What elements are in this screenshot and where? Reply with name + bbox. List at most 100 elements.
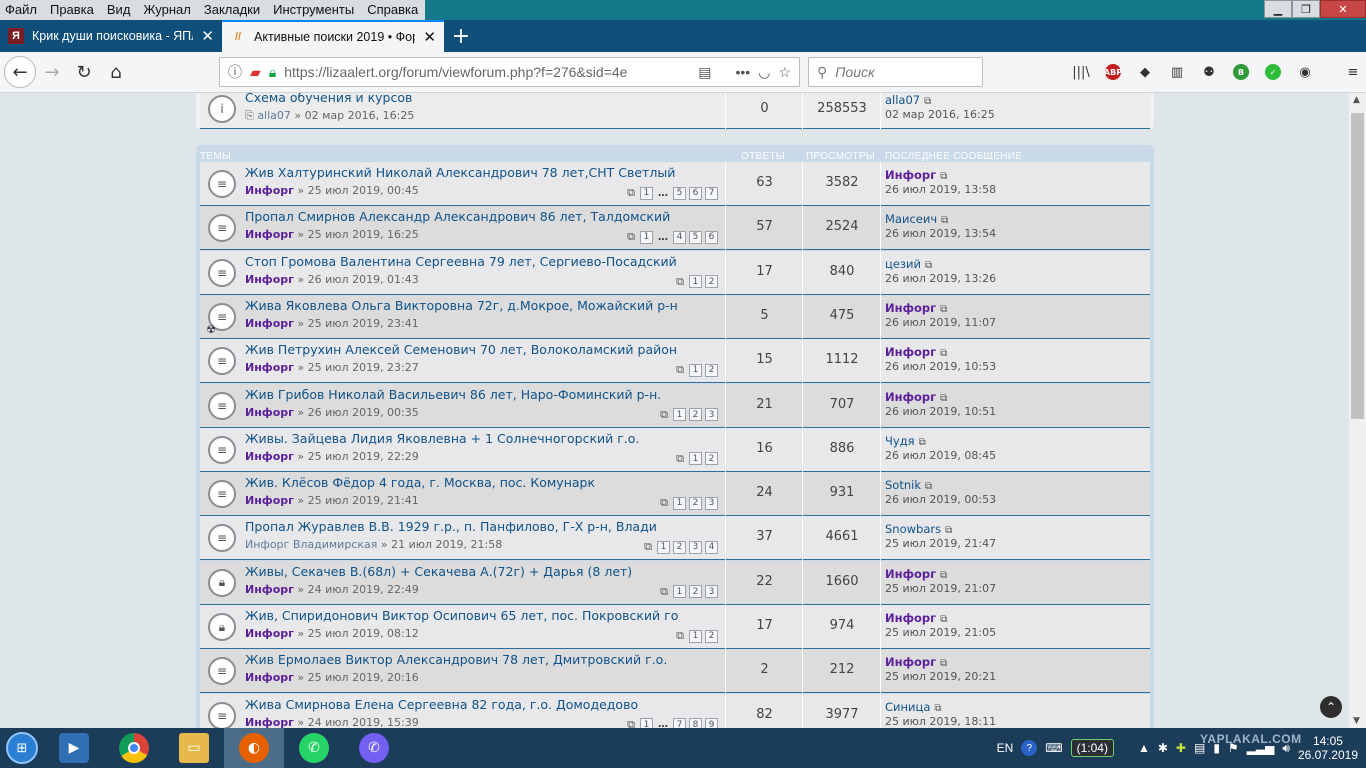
page-link[interactable]: 1 (657, 540, 670, 554)
menu-item[interactable]: Инструменты (267, 0, 362, 20)
page-link[interactable]: 2 (705, 275, 718, 289)
page-link[interactable]: 2 (689, 408, 702, 421)
topic-title[interactable]: Жив Халтуринский Николай Александрович 7… (245, 165, 675, 180)
topic-row[interactable]: ≡ Пропал Журавлев В.В. 1929 г.р., п. Панф… (200, 516, 1150, 561)
last-post-user[interactable]: Инфорг (885, 168, 936, 182)
topic-row[interactable]: 🔒︎ Живы, Секачев В.(68л) + Секачева А.(72… (200, 560, 1150, 605)
url-text[interactable]: https://lizaalert.org/forum/viewforum.ph… (284, 64, 690, 80)
topic-author[interactable]: Инфорг (245, 317, 294, 330)
last-post-user[interactable]: цезий (885, 257, 921, 271)
topic-author[interactable]: Инфорг (245, 494, 294, 507)
last-post-user[interactable]: Инфорг (885, 345, 936, 359)
page-link[interactable]: 3 (705, 585, 718, 599)
close-tab-icon[interactable]: ✕ (201, 27, 214, 45)
topic-row[interactable]: ≡ ☢ Жива Яковлева Ольга Викторовна 72г, д.… (200, 294, 1150, 339)
vertical-scrollbar[interactable]: ▲ ▼ (1349, 93, 1366, 728)
goto-last-post-icon[interactable]: ⧉ (940, 348, 947, 359)
topic-title[interactable]: Жив Петрухин Алексей Семенович 70 лет, В… (245, 342, 677, 357)
topic-title[interactable]: Жива Яковлева Ольга Викторовна 72г, д.Мо… (245, 298, 678, 313)
topic-title[interactable]: Пропал Смирнов Александр Александрович 8… (245, 209, 670, 224)
last-post-user[interactable]: alla07 (885, 93, 920, 107)
topic-title[interactable]: Жив. Клёсов Фёдор 4 года, г. Москва, пос… (245, 475, 595, 490)
goto-last-post-icon[interactable]: ⧉ (940, 393, 947, 404)
page-link[interactable]: 6 (705, 230, 718, 244)
page-actions-icon[interactable]: ••• (736, 64, 751, 80)
taskbar-whatsapp[interactable]: ✆ (284, 728, 344, 768)
page-link[interactable]: 2 (689, 496, 702, 510)
page-link[interactable]: 8 (689, 718, 702, 728)
topic-author[interactable]: Инфорг Владимирская (245, 538, 377, 551)
last-post-user[interactable]: Чудя (885, 434, 915, 448)
library-icon[interactable]: |||\ (1068, 59, 1094, 85)
topic-author[interactable]: Инфорг (245, 627, 294, 640)
topic-title[interactable]: Схема обучения и курсов (245, 93, 412, 105)
back-button[interactable]: ← (4, 56, 36, 88)
topic-title[interactable]: Жива Смирнова Елена Сергеевна 82 года, г… (245, 697, 638, 712)
menu-item[interactable]: Справка (361, 0, 426, 20)
topic-title[interactable]: Пропал Журавлев В.В. 1929 г.р., п. Панфи… (245, 519, 657, 534)
topic-author[interactable]: Инфорг (245, 184, 294, 197)
topic-author[interactable]: Инфорг (245, 450, 294, 463)
topic-row[interactable]: ≡ Жива Смирнова Елена Сергеевна 82 года, … (200, 693, 1150, 728)
topic-row[interactable]: ≡ Жив Халтуринский Николай Александрович … (200, 162, 1150, 206)
topic-author[interactable]: Инфорг (245, 361, 294, 374)
home-button[interactable]: ⌂ (100, 56, 132, 88)
page-link[interactable]: 1 (640, 230, 653, 244)
check-extension-icon[interactable]: ✓ (1260, 59, 1286, 85)
sidebar-icon[interactable]: ▥ (1164, 59, 1190, 85)
topic-author[interactable]: Инфорг (245, 583, 294, 596)
last-post-user[interactable]: Инфорг (885, 611, 936, 625)
scroll-down-icon[interactable]: ▼ (1353, 716, 1360, 726)
topic-author[interactable]: alla07 (257, 109, 291, 122)
search-input[interactable]: ⚲ Поиск (808, 57, 983, 87)
bookmark-star-icon[interactable]: ☆ (778, 64, 791, 81)
last-post-user[interactable]: Инфорг (885, 390, 936, 404)
pinned-topic-row[interactable]: i Схема обучения и курсов ⎘ alla07 » 02 … (200, 93, 1150, 129)
extension-green-icon[interactable]: B (1228, 59, 1254, 85)
topic-title[interactable]: Стоп Громова Валентина Сергеевна 79 лет,… (245, 254, 677, 269)
network-tray-icon[interactable]: ✱ (1158, 741, 1168, 755)
scrollbar-thumb[interactable] (1351, 113, 1364, 419)
timer-widget[interactable]: (1:04) (1070, 739, 1114, 757)
topic-row[interactable]: ≡ Жив Ермолаев Виктор Александрович 78 ле… (200, 649, 1150, 694)
page-link[interactable]: 4 (673, 230, 686, 244)
taskbar-viber[interactable]: ✆ (344, 728, 404, 768)
menu-item[interactable]: Файл (0, 0, 44, 20)
page-link[interactable]: 2 (673, 540, 686, 554)
topic-title[interactable]: Жив Грибов Николай Васильевич 86 лет, На… (245, 387, 661, 402)
page-link[interactable]: 1 (689, 629, 702, 643)
back-to-top-button[interactable]: ⌃ (1320, 696, 1342, 718)
reload-button[interactable]: ↻ (68, 56, 100, 88)
last-post-user[interactable]: Инфорг (885, 567, 936, 581)
clock[interactable]: 14:05 26.07.2019 (1298, 734, 1358, 762)
page-link[interactable]: 1 (673, 585, 686, 599)
close-tab-icon[interactable]: ✕ (423, 28, 436, 46)
taskbar-media-player[interactable]: ▶ (44, 728, 104, 768)
menu-item[interactable]: Закладки (197, 0, 268, 20)
topic-row[interactable]: ≡ Жив. Клёсов Фёдор 4 года, г. Москва, по… (200, 472, 1150, 517)
page-link[interactable]: 1 (689, 363, 702, 377)
page-link[interactable]: 2 (689, 585, 702, 599)
tab-lizaalert[interactable]: // Активные поиски 2019 • Фору ✕ (222, 20, 444, 52)
page-link[interactable]: 1 (689, 452, 702, 466)
tab-yaplakal[interactable]: Я Крик души поисковика - ЯПл ✕ (0, 20, 222, 52)
last-post-user[interactable]: Инфорг (885, 655, 936, 669)
topic-title[interactable]: Живы. Зайцева Лидия Яковлевна + 1 Солнеч… (245, 431, 639, 446)
scroll-up-icon[interactable]: ▲ (1353, 95, 1360, 105)
topic-row[interactable]: ≡ Жив Петрухин Алексей Семенович 70 лет, … (200, 339, 1150, 384)
reader-view-icon[interactable]: ▤ (698, 64, 711, 81)
help-icon[interactable]: ? (1021, 740, 1038, 756)
page-link[interactable]: 1 (640, 718, 653, 728)
goto-last-post-icon[interactable]: ⧉ (919, 437, 926, 448)
topic-row[interactable]: ≡ Пропал Смирнов Александр Александрович … (200, 206, 1150, 251)
extension-group-icon[interactable]: ⚉ (1196, 59, 1222, 85)
goto-last-post-icon[interactable]: ⧉ (941, 215, 948, 226)
goto-last-post-icon[interactable]: ⧉ (940, 570, 947, 581)
keyboard-icon[interactable]: ⌨ (1045, 741, 1062, 755)
page-link[interactable]: 3 (705, 496, 718, 510)
topic-author[interactable]: Инфорг (245, 406, 294, 419)
forward-button[interactable]: → (36, 56, 68, 88)
goto-last-post-icon[interactable]: ⧉ (934, 703, 941, 714)
tray-app-icon[interactable]: ✚ (1176, 741, 1186, 755)
goto-last-post-icon[interactable]: ⧉ (940, 614, 947, 625)
